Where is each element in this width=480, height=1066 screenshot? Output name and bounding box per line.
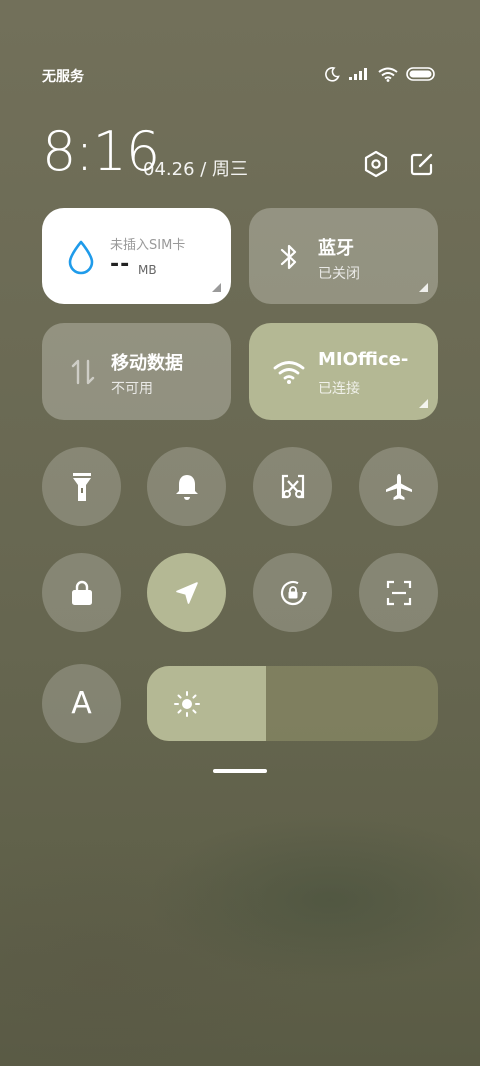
- wifi-status: 已连接: [318, 381, 360, 397]
- carrier-status: 无服务: [42, 69, 84, 85]
- rotation-lock-icon: [280, 580, 307, 605]
- expand-corner-icon: [212, 283, 221, 292]
- expand-corner-icon: [419, 399, 428, 408]
- status-icons: [324, 66, 436, 82]
- lock-icon: [71, 580, 92, 605]
- brightness-fill: [147, 666, 267, 741]
- brightness-slider[interactable]: [147, 666, 438, 741]
- airplane-mode-toggle[interactable]: [359, 447, 438, 526]
- sun-icon: [174, 691, 200, 717]
- screenshot-icon: [281, 474, 304, 498]
- data-usage-value: --: [110, 252, 131, 277]
- signal-icon: [349, 68, 367, 80]
- location-toggle[interactable]: [147, 553, 226, 632]
- airplane-icon: [385, 473, 412, 500]
- wifi-icon: [273, 361, 305, 384]
- mobile-data-status: 不可用: [111, 381, 153, 397]
- moon-icon: [325, 67, 340, 82]
- auto-brightness-label: A: [71, 686, 92, 721]
- data-usage-tile[interactable]: 未插入SIM卡 -- MB: [42, 208, 231, 304]
- bluetooth-status: 已关闭: [318, 266, 360, 282]
- bell-icon: [175, 474, 198, 500]
- wifi-status-icon: [378, 67, 398, 82]
- rotation-lock-toggle[interactable]: [253, 553, 332, 632]
- bluetooth-title: 蓝牙: [318, 238, 354, 259]
- scanner-button[interactable]: [359, 553, 438, 632]
- screenshot-toggle[interactable]: [253, 447, 332, 526]
- wifi-tile[interactable]: MIOffice- 已连接: [249, 323, 438, 420]
- flashlight-toggle[interactable]: [42, 447, 121, 526]
- sim-status-label: 未插入SIM卡: [110, 238, 186, 253]
- expand-corner-icon: [419, 283, 428, 292]
- bluetooth-icon: [280, 244, 297, 270]
- edit-button[interactable]: [406, 148, 438, 180]
- edit-icon: [410, 153, 433, 176]
- flashlight-icon: [72, 472, 91, 501]
- silent-toggle[interactable]: [147, 447, 226, 526]
- mobile-data-title: 移动数据: [111, 353, 183, 374]
- bluetooth-tile[interactable]: 蓝牙 已关闭: [249, 208, 438, 304]
- water-drop-icon: [68, 240, 94, 275]
- lock-screen-button[interactable]: [42, 553, 121, 632]
- auto-brightness-toggle[interactable]: A: [42, 664, 121, 743]
- settings-button[interactable]: [360, 148, 392, 180]
- location-icon: [175, 581, 198, 604]
- wifi-network-name: MIOffice-: [318, 349, 409, 370]
- clock-date: 04.26 / 周三: [143, 159, 249, 180]
- data-arrows-icon: [71, 359, 95, 385]
- battery-icon: [406, 67, 435, 81]
- scan-icon: [386, 580, 411, 605]
- settings-icon: [364, 150, 388, 178]
- data-usage-unit: MB: [138, 263, 157, 277]
- mobile-data-tile[interactable]: 移动数据 不可用: [42, 323, 231, 420]
- clock-time: 8:16: [42, 120, 160, 183]
- panel-drag-handle[interactable]: [213, 769, 267, 773]
